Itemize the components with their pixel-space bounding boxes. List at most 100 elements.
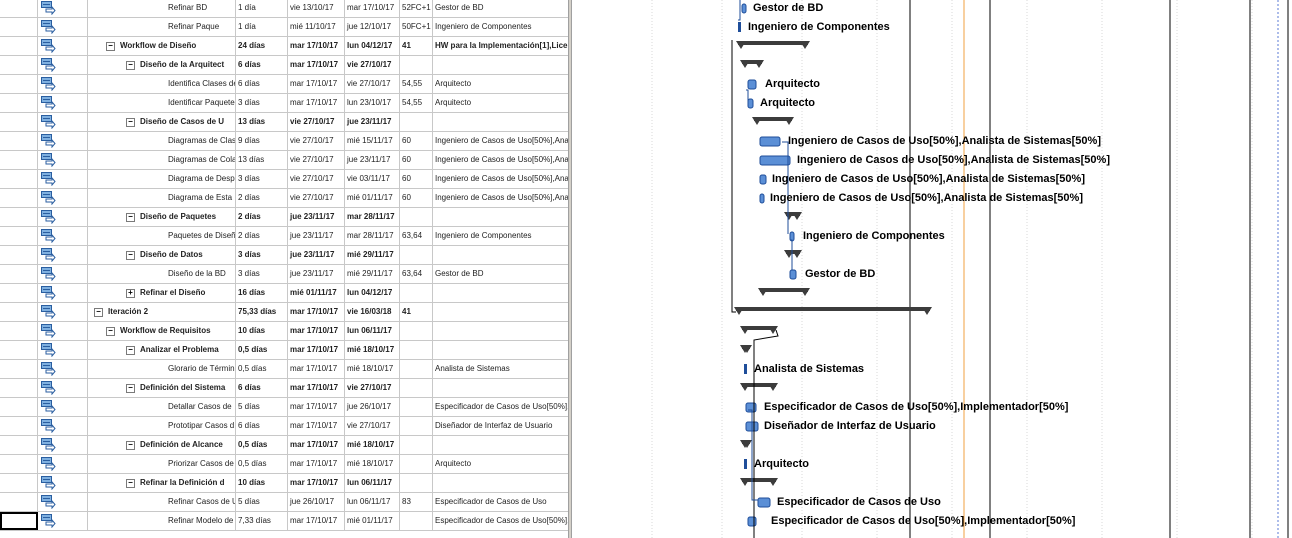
task-row[interactable]: Prototipar Casos d6 días mar 17/10/17 vie … xyxy=(0,417,568,436)
duration-cell[interactable]: 16 días xyxy=(236,284,288,302)
row-selector[interactable] xyxy=(0,493,38,511)
duration-cell[interactable]: 5 días xyxy=(236,493,288,511)
start-cell[interactable]: mar 17/10/17 xyxy=(288,512,345,530)
finish-cell[interactable]: vie 27/10/17 xyxy=(345,417,400,435)
finish-cell[interactable]: lun 06/11/17 xyxy=(345,474,400,492)
resources-cell[interactable] xyxy=(433,379,568,397)
row-selector[interactable] xyxy=(0,417,38,435)
resources-cell[interactable] xyxy=(433,208,568,226)
summary-task-name[interactable]: − Refinar la Definición d xyxy=(88,474,236,492)
predecessors-cell[interactable] xyxy=(400,417,433,435)
resources-cell[interactable]: Analista de Sistemas xyxy=(433,360,568,378)
duration-cell[interactable]: 0,5 días xyxy=(236,455,288,473)
start-cell[interactable]: mar 17/10/17 xyxy=(288,303,345,321)
finish-cell[interactable]: mié 18/10/17 xyxy=(345,436,400,454)
task-name[interactable]: Refinar Casos de U xyxy=(88,493,236,511)
row-selector[interactable] xyxy=(0,455,38,473)
collapse-icon[interactable]: − xyxy=(106,42,115,51)
predecessors-cell[interactable]: 60 xyxy=(400,170,433,188)
task-row[interactable]: Diagrama de Desp 3 días vie 27/10/17 vie 03… xyxy=(0,170,568,189)
row-selector[interactable] xyxy=(0,189,38,207)
duration-cell[interactable]: 5 días xyxy=(236,398,288,416)
row-selector[interactable] xyxy=(0,227,38,245)
expand-icon[interactable]: + xyxy=(126,289,135,298)
finish-cell[interactable]: mié 18/10/17 xyxy=(345,455,400,473)
task-row[interactable]: Diseño de la BD 3 días jue 23/11/17 mié 29/… xyxy=(0,265,568,284)
start-cell[interactable]: mié 11/10/17 xyxy=(288,18,345,36)
resources-cell[interactable]: Ingeniero de Casos de Uso[50%],Anali xyxy=(433,132,568,150)
task-name[interactable]: Refinar Paque xyxy=(88,18,236,36)
resources-cell[interactable]: Ingeniero de Componentes xyxy=(433,18,568,36)
resources-cell[interactable] xyxy=(433,284,568,302)
task-name[interactable]: Refinar Modelo de xyxy=(88,512,236,530)
finish-cell[interactable]: mar 17/10/17 xyxy=(345,0,400,17)
resources-cell[interactable] xyxy=(433,322,568,340)
row-selector[interactable] xyxy=(0,94,38,112)
predecessors-cell[interactable] xyxy=(400,474,433,492)
task-row[interactable]: Identifica Clases de 6 días mar 17/10/17 vi… xyxy=(0,75,568,94)
duration-cell[interactable]: 1 día xyxy=(236,18,288,36)
finish-cell[interactable]: lun 06/11/17 xyxy=(345,322,400,340)
duration-cell[interactable]: 0,5 días xyxy=(236,360,288,378)
resources-cell[interactable]: Arquitecto xyxy=(433,75,568,93)
task-row[interactable]: − Diseño de Datos 3 días jue 23/11/17 mié 29… xyxy=(0,246,568,265)
duration-cell[interactable]: 6 días xyxy=(236,75,288,93)
start-cell[interactable]: mar 17/10/17 xyxy=(288,322,345,340)
task-row[interactable]: − Refinar la Definición d 10 días mar 17/10… xyxy=(0,474,568,493)
task-row[interactable]: Detallar Casos de 5 días mar 17/10/17 jue 2… xyxy=(0,398,568,417)
task-row[interactable]: Diagrama de Esta 2 días vie 27/10/17 mié 01… xyxy=(0,189,568,208)
predecessors-cell[interactable] xyxy=(400,208,433,226)
task-name[interactable]: Diagramas de Cola xyxy=(88,151,236,169)
task-row[interactable]: Glorario de Términ 0,5 días mar 17/10/17 mi… xyxy=(0,360,568,379)
collapse-icon[interactable]: − xyxy=(94,308,103,317)
row-selector[interactable] xyxy=(0,18,38,36)
duration-cell[interactable]: 0,5 días xyxy=(236,341,288,359)
task-row[interactable]: − Diseño de Paquetes 2 días jue 23/11/17 mar… xyxy=(0,208,568,227)
task-row[interactable]: − Definición del Sistema 6 días mar 17/10/1… xyxy=(0,379,568,398)
row-selector[interactable] xyxy=(0,398,38,416)
start-cell[interactable]: mar 17/10/17 xyxy=(288,360,345,378)
task-name[interactable]: Identificar Paquetes xyxy=(88,94,236,112)
start-cell[interactable]: jue 23/11/17 xyxy=(288,208,345,226)
finish-cell[interactable]: lun 06/11/17 xyxy=(345,493,400,511)
finish-cell[interactable]: jue 26/10/17 xyxy=(345,398,400,416)
row-selector[interactable] xyxy=(0,56,38,74)
task-row[interactable]: − Workflow de Diseño 24 días mar 17/10/17 lu… xyxy=(0,37,568,56)
summary-task-name[interactable]: − Definición de Alcance xyxy=(88,436,236,454)
row-selector[interactable] xyxy=(0,37,38,55)
finish-cell[interactable]: mié 29/11/17 xyxy=(345,246,400,264)
duration-cell[interactable]: 3 días xyxy=(236,246,288,264)
duration-cell[interactable]: 6 días xyxy=(236,56,288,74)
duration-cell[interactable]: 2 días xyxy=(236,208,288,226)
row-selector[interactable] xyxy=(0,379,38,397)
predecessors-cell[interactable]: 60 xyxy=(400,151,433,169)
task-row[interactable]: Priorizar Casos de 0,5 días mar 17/10/17 mi… xyxy=(0,455,568,474)
start-cell[interactable]: mar 17/10/17 xyxy=(288,341,345,359)
predecessors-cell[interactable]: 63,64 xyxy=(400,227,433,245)
predecessors-cell[interactable]: 83 xyxy=(400,493,433,511)
task-row[interactable]: − Workflow de Requisitos 10 días mar 17/10/… xyxy=(0,322,568,341)
row-selector[interactable] xyxy=(0,322,38,340)
resources-cell[interactable] xyxy=(433,303,568,321)
start-cell[interactable]: vie 27/10/17 xyxy=(288,113,345,131)
finish-cell[interactable]: vie 16/03/18 xyxy=(345,303,400,321)
task-name[interactable]: Paquetes de Diseñ xyxy=(88,227,236,245)
start-cell[interactable]: vie 27/10/17 xyxy=(288,189,345,207)
finish-cell[interactable]: jue 12/10/17 xyxy=(345,18,400,36)
duration-cell[interactable]: 75,33 días xyxy=(236,303,288,321)
task-row[interactable]: Paquetes de Diseñ 2 días jue 23/11/17 mar 2… xyxy=(0,227,568,246)
start-cell[interactable]: vie 27/10/17 xyxy=(288,151,345,169)
start-cell[interactable]: mar 17/10/17 xyxy=(288,94,345,112)
resources-cell[interactable]: Especificador de Casos de Uso[50%],I xyxy=(433,512,568,530)
predecessors-cell[interactable] xyxy=(400,379,433,397)
finish-cell[interactable]: mié 18/10/17 xyxy=(345,360,400,378)
duration-cell[interactable]: 13 días xyxy=(236,151,288,169)
collapse-icon[interactable]: − xyxy=(126,441,135,450)
task-name[interactable]: Refinar BD xyxy=(88,0,236,17)
start-cell[interactable]: mié 01/11/17 xyxy=(288,284,345,302)
resources-cell[interactable] xyxy=(433,56,568,74)
summary-task-name[interactable]: − Analizar el Problema xyxy=(88,341,236,359)
finish-cell[interactable]: mié 01/11/17 xyxy=(345,189,400,207)
task-name[interactable]: Priorizar Casos de xyxy=(88,455,236,473)
finish-cell[interactable]: mié 01/11/17 xyxy=(345,512,400,530)
